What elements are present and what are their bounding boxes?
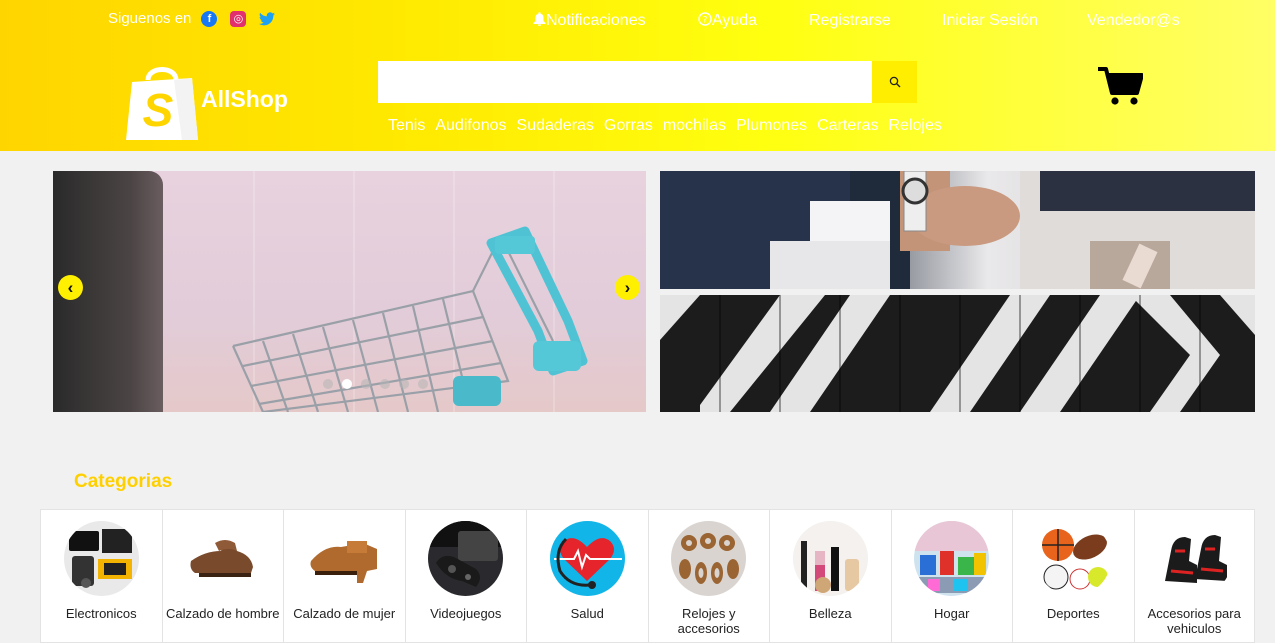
svg-text:S: S [143, 84, 174, 136]
carousel-dot[interactable] [323, 379, 333, 389]
category-label: Belleza [808, 606, 852, 621]
chevron-pattern-image [660, 295, 1255, 412]
category-card-electronicos[interactable]: Electronicos [40, 509, 162, 643]
nav-item-mochilas[interactable]: mochilas [663, 117, 726, 135]
category-label: Salud [570, 606, 604, 621]
carousel-dot[interactable] [418, 379, 428, 389]
carousel-dot[interactable] [399, 379, 409, 389]
nav-item-audifonos[interactable]: Audifonos [435, 117, 506, 135]
question-icon: ? [698, 12, 712, 26]
sports-balls-icon [1035, 521, 1111, 596]
categories-title: Categorias [74, 471, 173, 492]
carousel-dot-active[interactable] [342, 379, 352, 389]
svg-text:?: ? [703, 16, 708, 26]
notifications-link[interactable]: Notificaciones [533, 12, 646, 30]
carousel-prev-button[interactable]: ‹ [58, 275, 83, 300]
help-link[interactable]: ? Ayuda [698, 12, 757, 30]
category-label: Electronicos [65, 606, 137, 621]
nav-item-plumones[interactable]: Plumones [736, 117, 807, 135]
nav-item-gorras[interactable]: Gorras [604, 117, 653, 135]
category-card-videojuegos[interactable]: Videojuegos [404, 509, 526, 643]
category-label: Calzado de hombre [166, 606, 280, 621]
category-card-salud[interactable]: Salud [526, 509, 648, 643]
category-card-hogar[interactable]: Hogar [890, 509, 1012, 643]
sellers-link[interactable]: Vendedor@s [1087, 12, 1180, 30]
category-label: Calzado de mujer [293, 606, 396, 621]
cart-icon[interactable] [1097, 66, 1143, 106]
shopify-bag-logo-icon[interactable]: S [126, 60, 198, 140]
nav-item-relojes[interactable]: Relojes [888, 117, 941, 135]
brand-name[interactable]: AllShop [201, 86, 288, 113]
category-card-relojes[interactable]: Relojes y accesorios [647, 509, 769, 643]
handshake-image [660, 171, 1255, 289]
handshake-banner[interactable] [660, 171, 1255, 289]
category-label: Videojuegos [430, 606, 502, 621]
search-icon [889, 76, 900, 88]
men-shoe-icon [185, 521, 261, 596]
carousel-dot[interactable] [380, 379, 390, 389]
carousel-indicators [323, 379, 428, 389]
top-links: Notificaciones ? Ayuda Registrarse Inicia… [0, 12, 1275, 32]
bell-icon [533, 12, 546, 26]
makeup-icon [792, 521, 868, 596]
nav-item-sudaderas[interactable]: Sudaderas [517, 117, 594, 135]
carousel-dot[interactable] [361, 379, 371, 389]
home-goods-icon [914, 521, 990, 596]
carousel-next-button[interactable]: › [615, 275, 640, 300]
women-shoe-icon [306, 521, 382, 596]
category-label: Relojes y accesorios [677, 606, 740, 636]
category-card-belleza[interactable]: Belleza [769, 509, 891, 643]
category-label: Accesorios para vehiculos [1147, 606, 1241, 636]
category-nav: Tenis Audifonos Sudaderas Gorras mochila… [388, 117, 942, 135]
hero-carousel[interactable]: ‹ › [53, 171, 646, 412]
search-input[interactable] [378, 61, 872, 103]
nav-item-carteras[interactable]: Carteras [817, 117, 878, 135]
category-label: Deportes [1046, 606, 1100, 621]
pattern-banner[interactable] [660, 295, 1255, 412]
earrings-icon [671, 521, 747, 596]
health-heart-icon [549, 521, 625, 596]
search-bar [378, 61, 917, 103]
car-seat-icon [1156, 521, 1232, 596]
site-header: Siguenos en f ◎ Notificaciones ? Ayuda Re… [0, 0, 1275, 151]
category-card-deportes[interactable]: Deportes [1012, 509, 1134, 643]
category-label: Hogar [934, 606, 970, 621]
nav-item-tenis[interactable]: Tenis [388, 117, 425, 135]
search-button[interactable] [872, 61, 917, 103]
category-grid: Electronicos Calzado de hombre Calzado d… [40, 509, 1255, 643]
gamepad-icon [428, 521, 504, 596]
electronics-icon [63, 521, 139, 596]
login-link[interactable]: Iniciar Sesión [942, 12, 1038, 30]
category-card-calzado-hombre[interactable]: Calzado de hombre [161, 509, 283, 643]
register-link[interactable]: Registrarse [809, 12, 891, 30]
category-card-vehiculos[interactable]: Accesorios para vehiculos [1133, 509, 1255, 643]
category-card-calzado-mujer[interactable]: Calzado de mujer [283, 509, 405, 643]
